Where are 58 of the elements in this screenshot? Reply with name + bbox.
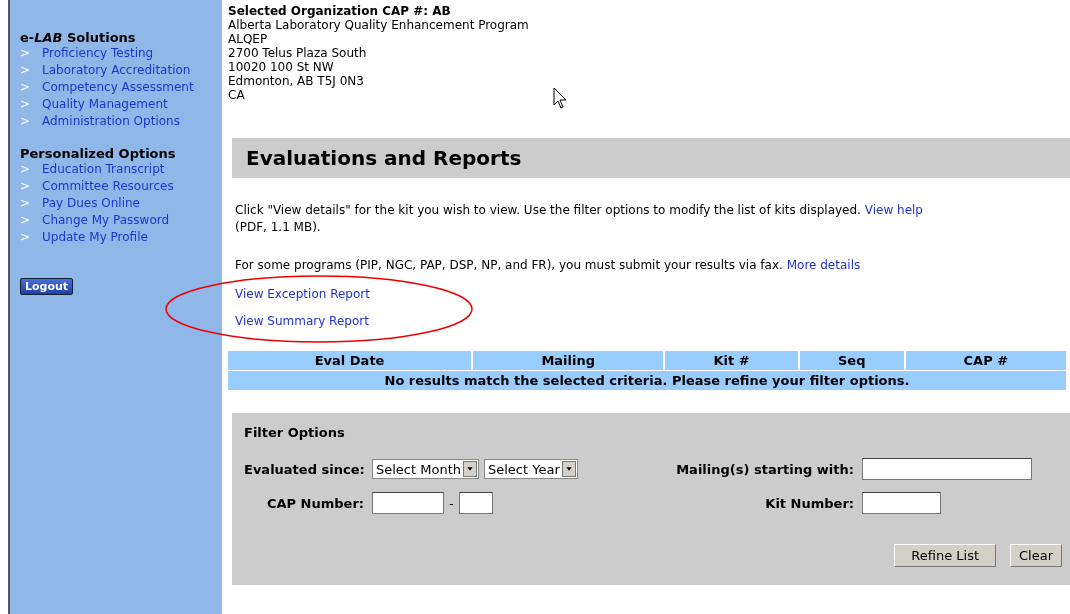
cap-number-input[interactable] — [372, 492, 444, 514]
address-line: 2700 Telus Plaza South — [228, 46, 367, 60]
address-line: Edmonton, AB T5J 0N3 — [228, 74, 364, 88]
sidebar-link[interactable]: Administration Options — [42, 113, 180, 130]
field-label: CAP Number: — [265, 495, 365, 511]
sidebar-heading: Personalized Options — [20, 146, 177, 161]
separator-dash: - — [449, 495, 454, 511]
column-header: CAP # — [905, 351, 1066, 370]
column-header: Kit # — [665, 351, 798, 370]
instruction-text: For some programs (PIP, NGC, PAP, DSP, NP, and FR), you must submit your results via fax. More details — [235, 257, 862, 274]
arrow-marker: > — [20, 178, 32, 195]
sidebar-link[interactable]: Quality Management — [42, 96, 168, 113]
arrow-marker: > — [20, 212, 32, 229]
cap-suffix-input[interactable] — [458, 492, 493, 514]
report-link[interactable]: View Summary Report — [235, 314, 369, 328]
sidebar-link[interactable]: Update My Profile — [42, 229, 148, 246]
arrow-marker: > — [20, 45, 32, 62]
sidebar-link[interactable]: Change My Password — [42, 212, 170, 229]
sidebar-link[interactable]: Pay Dues Online — [42, 195, 140, 212]
sidebar-link[interactable]: Education Transcript — [42, 161, 165, 178]
organization-header: Selected Organization CAP #: AB — [228, 4, 452, 18]
sidebar-link[interactable]: Competency Assessment — [42, 79, 194, 96]
sidebar-link[interactable]: Laboratory Accreditation — [42, 62, 191, 79]
arrow-marker: > — [20, 113, 32, 130]
arrow-marker: > — [20, 161, 32, 178]
arrow-marker: > — [20, 195, 32, 212]
column-header: Eval Date — [228, 351, 472, 370]
empty-results-message: No results match the selected criteria. Please refine your filter options. — [228, 371, 1066, 390]
sidebar-heading: e-LAB Solutions — [20, 30, 137, 45]
arrow-marker: > — [20, 79, 32, 96]
filter-title: Filter Options — [244, 425, 346, 440]
address-line: CA — [228, 88, 245, 102]
field-label: Evaluated since: — [244, 461, 366, 477]
report-link[interactable]: View Exception Report — [235, 287, 370, 301]
help-link[interactable]: More details — [786, 258, 861, 272]
kit-number-input[interactable] — [862, 492, 941, 514]
refine-button[interactable]: Refine List — [894, 544, 996, 567]
address-line: 10020 100 St NW — [228, 60, 334, 74]
address-line: Alberta Laboratory Quality Enhancement Program — [228, 18, 529, 32]
month-dropdown[interactable]: Select Month — [372, 459, 479, 479]
arrow-marker: > — [20, 62, 32, 79]
column-header: Seq — [799, 351, 904, 370]
year-dropdown[interactable]: Select Year — [484, 459, 578, 479]
arrow-marker: > — [20, 96, 32, 113]
mailing-input[interactable] — [862, 458, 1032, 480]
clear-button[interactable]: Clear — [1010, 544, 1062, 567]
page-title: Evaluations and Reports — [232, 138, 1070, 178]
field-label: Kit Number: — [764, 495, 855, 511]
pointer-cursor-icon — [553, 87, 568, 109]
sidebar-link[interactable]: Proficiency Testing — [42, 45, 154, 62]
column-header: Mailing — [473, 351, 664, 370]
help-link[interactable]: View help — [864, 203, 923, 217]
instruction-text: Click "View details" for the kit you wish to view. Use the filter options to modify the list of kits displayed. View help (PDF, 1.1 MB). — [235, 202, 924, 236]
address-line: ALQEP — [228, 32, 268, 46]
arrow-marker: > — [20, 229, 32, 246]
logout-button[interactable]: Logout — [20, 278, 74, 295]
field-label: Mailing(s) starting with: — [675, 461, 855, 477]
sidebar-link[interactable]: Committee Resources — [42, 178, 174, 195]
